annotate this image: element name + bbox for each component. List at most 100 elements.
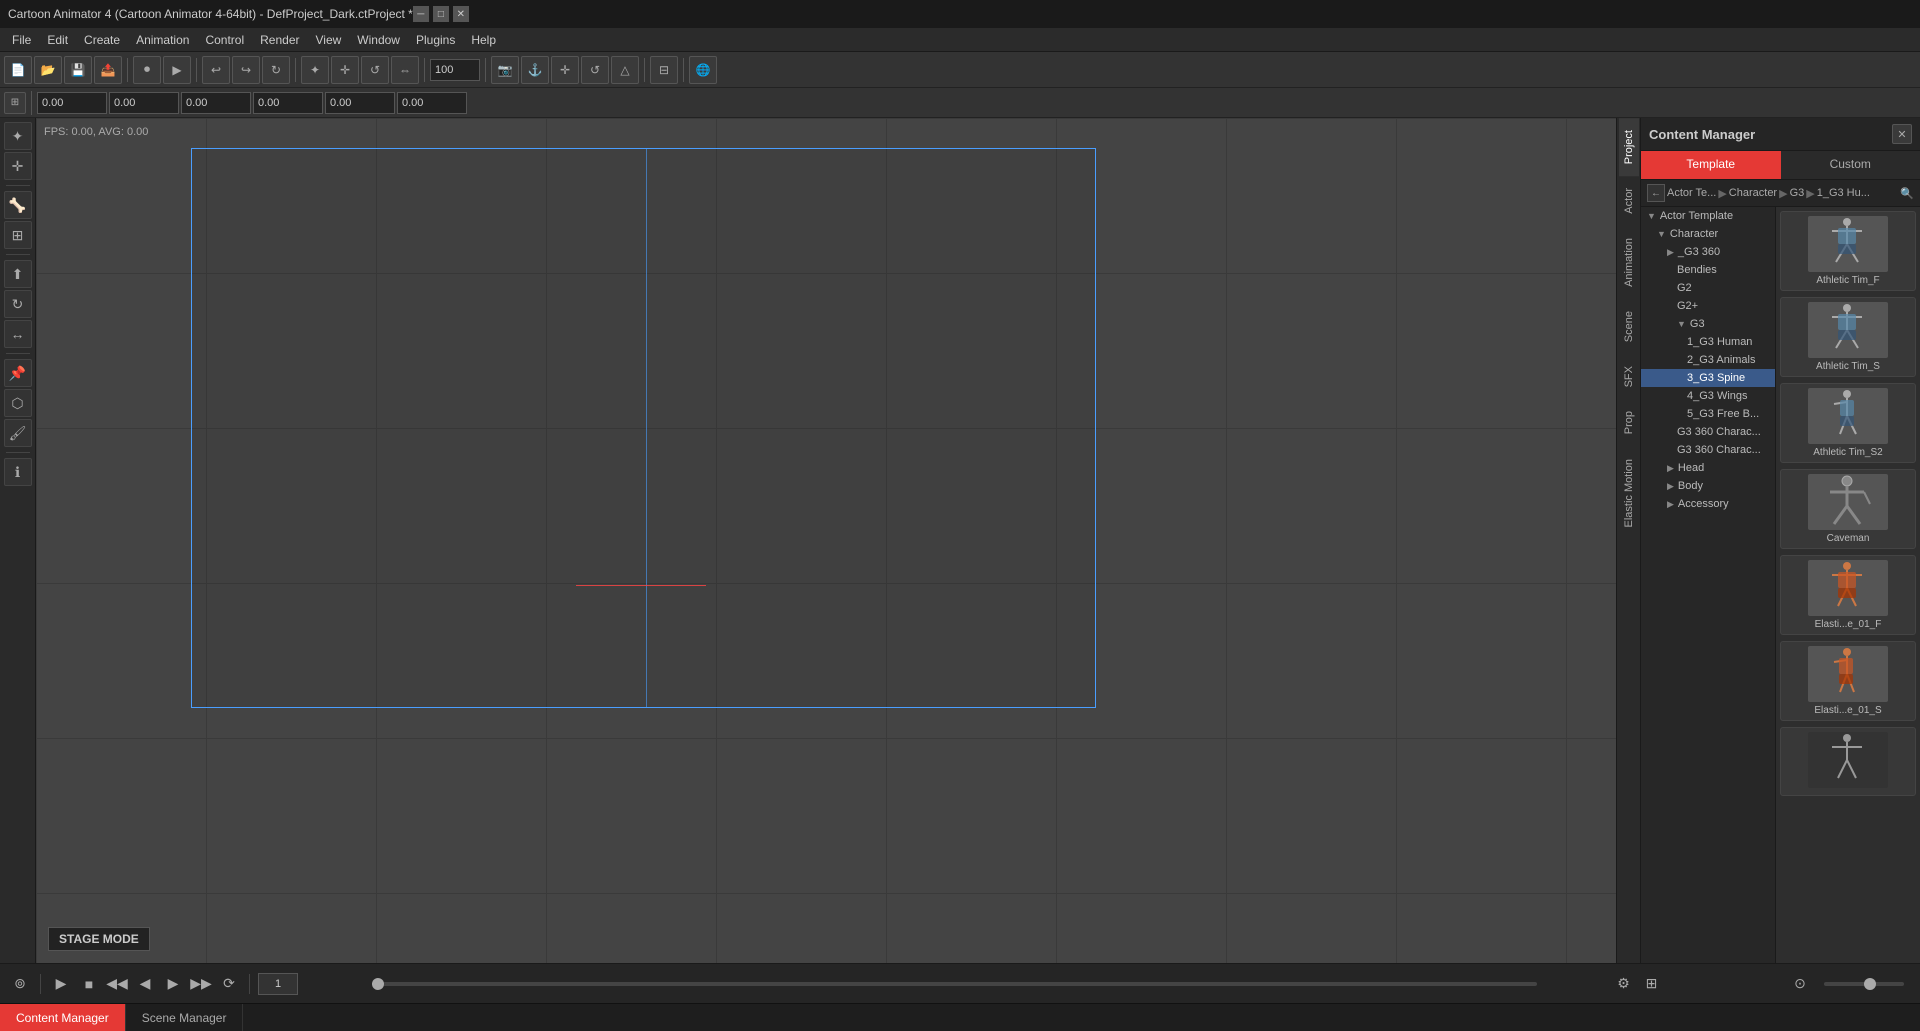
menu-edit[interactable]: Edit — [39, 31, 76, 49]
tab-elastic-motion[interactable]: Elastic Motion — [1619, 447, 1639, 539]
tree-g3-360-charac-2[interactable]: G3 360 Charac... — [1641, 441, 1775, 459]
bc-g3[interactable]: G3 — [1790, 187, 1805, 199]
minimize-button[interactable]: ─ — [413, 6, 429, 22]
tab-prop[interactable]: Prop — [1619, 399, 1639, 446]
cm-tab-template[interactable]: Template — [1641, 151, 1781, 179]
transform-icon[interactable]: ✛ — [4, 152, 32, 180]
asset-elastic-s[interactable]: Elasti...e_01_S — [1780, 641, 1916, 721]
anchor-button[interactable]: ⚓ — [521, 56, 549, 84]
canvas-area[interactable]: FPS: 0.00, AVG: 0.00 STAGE MODE — [36, 118, 1616, 963]
transform-button[interactable]: ✛ — [551, 56, 579, 84]
selection-tool-icon[interactable]: ✦ — [4, 122, 32, 150]
tree-accessory[interactable]: ▶ Accessory — [1641, 495, 1775, 513]
timeline-button[interactable]: ⊟ — [650, 56, 678, 84]
deform-icon[interactable]: ⬡ — [4, 389, 32, 417]
menu-file[interactable]: File — [4, 31, 39, 49]
asset-athletic-tim-f[interactable]: Athletic Tim_F — [1780, 211, 1916, 291]
reset-button[interactable]: ↺ — [581, 56, 609, 84]
mesh-icon[interactable]: ⊞ — [4, 221, 32, 249]
tree-body[interactable]: ▶ Body — [1641, 477, 1775, 495]
select-tool[interactable]: ✦ — [301, 56, 329, 84]
mini-timeline[interactable] — [1824, 982, 1904, 986]
grid-view-button[interactable]: ⊞ — [4, 92, 26, 114]
cm-search-button[interactable]: 🔍 — [1900, 187, 1914, 200]
asset-athletic-tim-s2[interactable]: Athletic Tim_S2 — [1780, 383, 1916, 463]
h-field[interactable] — [253, 92, 323, 114]
menu-render[interactable]: Render — [252, 31, 307, 49]
menu-help[interactable]: Help — [463, 31, 504, 49]
menu-create[interactable]: Create — [76, 31, 128, 49]
tree-g3-freeb[interactable]: 5_G3 Free B... — [1641, 405, 1775, 423]
tree-g2plus[interactable]: G2+ — [1641, 297, 1775, 315]
y-field[interactable] — [109, 92, 179, 114]
rotate-tool[interactable]: ↺ — [361, 56, 389, 84]
move-tool[interactable]: ✛ — [331, 56, 359, 84]
bone-icon[interactable]: 🦴 — [4, 191, 32, 219]
shape-button[interactable]: △ — [611, 56, 639, 84]
tab-actor[interactable]: Actor — [1619, 176, 1639, 226]
export-button[interactable]: 📤 — [94, 56, 122, 84]
tree-g3-animals[interactable]: 2_G3 Animals — [1641, 351, 1775, 369]
menu-plugins[interactable]: Plugins — [408, 31, 463, 49]
bc-g3hu[interactable]: 1_G3 Hu... — [1817, 187, 1870, 199]
settings-button[interactable]: ⚙ — [1612, 972, 1636, 996]
angle-field[interactable] — [397, 92, 467, 114]
cm-tab-custom[interactable]: Custom — [1781, 151, 1920, 179]
breadcrumb-back-button[interactable]: ← — [1647, 184, 1665, 202]
menu-control[interactable]: Control — [197, 31, 252, 49]
go-start-button[interactable]: ⊚ — [8, 972, 32, 996]
info-icon[interactable]: ℹ — [4, 458, 32, 486]
asset-more[interactable] — [1780, 727, 1916, 796]
layout-button[interactable]: ⊞ — [1640, 972, 1664, 996]
asset-athletic-tim-s[interactable]: Athletic Tim_S — [1780, 297, 1916, 377]
move-icon[interactable]: ⬆ — [4, 260, 32, 288]
bc-actor-template[interactable]: Actor Te... — [1667, 187, 1716, 199]
cm-close-button[interactable]: ✕ — [1892, 124, 1912, 144]
tree-g3-wings[interactable]: 4_G3 Wings — [1641, 387, 1775, 405]
asset-elastic-f[interactable]: Elasti...e_01_F — [1780, 555, 1916, 635]
tree-g3[interactable]: ▼ G3 — [1641, 315, 1775, 333]
camera-button[interactable]: 📷 — [491, 56, 519, 84]
tree-g3-human[interactable]: 1_G3 Human — [1641, 333, 1775, 351]
menu-animation[interactable]: Animation — [128, 31, 197, 49]
btab-scene-manager[interactable]: Scene Manager — [126, 1004, 244, 1031]
pin-icon[interactable]: 📌 — [4, 359, 32, 387]
asset-caveman[interactable]: Caveman — [1780, 469, 1916, 549]
menu-view[interactable]: View — [307, 31, 349, 49]
globe-button[interactable]: 🌐 — [689, 56, 717, 84]
tree-actor-template[interactable]: ▼ Actor Template — [1641, 207, 1775, 225]
tree-g3-spine[interactable]: 3_G3 Spine — [1641, 369, 1775, 387]
redo-button[interactable]: ↻ — [262, 56, 290, 84]
undo-arrow-button[interactable]: ↪ — [232, 56, 260, 84]
rotate-icon[interactable]: ↻ — [4, 290, 32, 318]
tree-g3-360[interactable]: ▶ _G3 360 — [1641, 243, 1775, 261]
stop-button[interactable]: ■ — [77, 972, 101, 996]
play-button[interactable]: ▶ — [163, 56, 191, 84]
frame-input[interactable] — [430, 59, 480, 81]
play-pause-button[interactable]: ▶ — [49, 972, 73, 996]
tab-sfx[interactable]: SFX — [1619, 354, 1639, 399]
btab-content-manager[interactable]: Content Manager — [0, 1004, 126, 1031]
tab-project[interactable]: Project — [1619, 118, 1639, 176]
scale-icon[interactable]: ↔ — [4, 320, 32, 348]
timeline-thumb[interactable] — [372, 978, 384, 990]
scale-tool[interactable]: ⇔ — [391, 56, 419, 84]
next-keyframe-button[interactable]: ▶▶ — [189, 972, 213, 996]
open-button[interactable]: 📂 — [34, 56, 62, 84]
menu-window[interactable]: Window — [349, 31, 408, 49]
loop-button[interactable]: ⟳ — [217, 972, 241, 996]
prev-keyframe-button[interactable]: ◀◀ — [105, 972, 129, 996]
w-field[interactable] — [181, 92, 251, 114]
tree-character[interactable]: ▼ Character — [1641, 225, 1775, 243]
tree-g2[interactable]: G2 — [1641, 279, 1775, 297]
x-field[interactable] — [37, 92, 107, 114]
z-field[interactable] — [325, 92, 395, 114]
timeline-track[interactable] — [372, 982, 1537, 986]
new-button[interactable]: 📄 — [4, 56, 32, 84]
frame-number-input[interactable] — [258, 973, 298, 995]
save-button[interactable]: 💾 — [64, 56, 92, 84]
maximize-button[interactable]: □ — [433, 6, 449, 22]
tab-scene[interactable]: Scene — [1619, 299, 1639, 354]
prev-frame-button[interactable]: ◀ — [133, 972, 157, 996]
record-button[interactable]: ⏺ — [133, 56, 161, 84]
